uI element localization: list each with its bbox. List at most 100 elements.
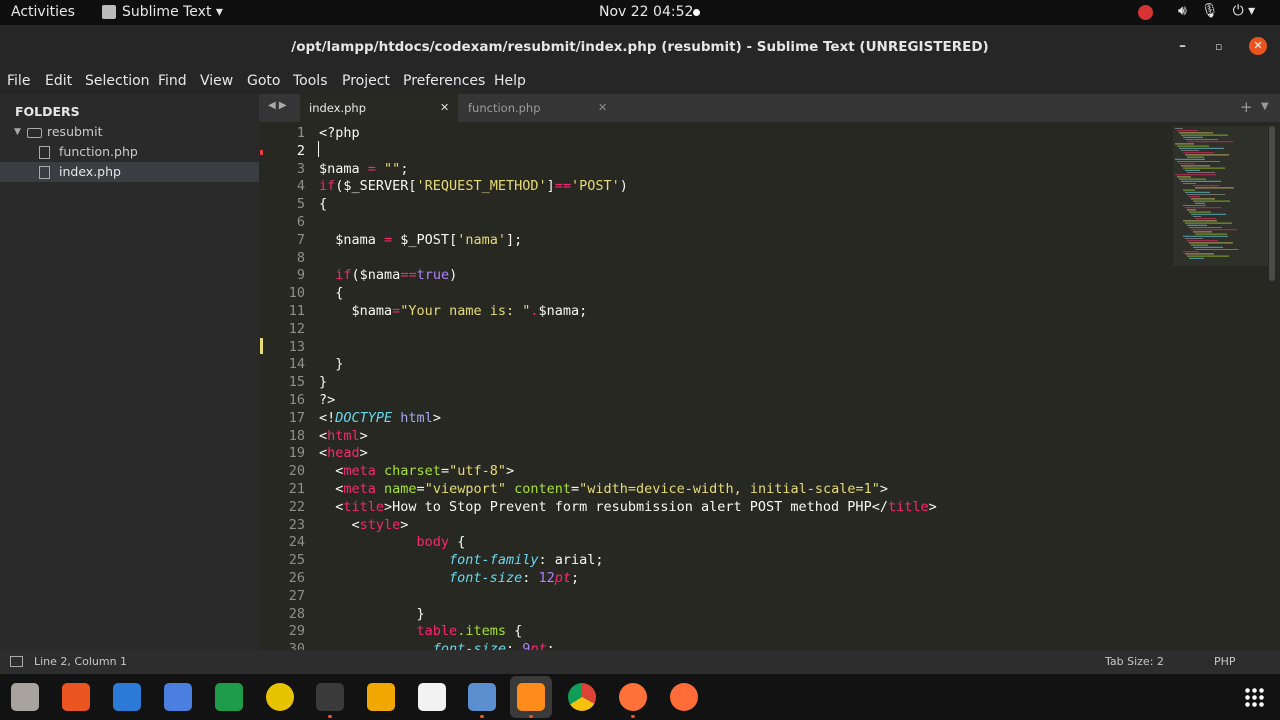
code-line[interactable]: { [319,196,327,212]
tab-close-icon[interactable]: ✕ [598,94,607,122]
calculator-icon[interactable] [367,683,395,711]
system-tray[interactable]: 🔊︎ 🎙︎ ⏻ ▾ [1178,3,1255,19]
menu-preferences[interactable]: Preferences [403,73,485,89]
sublime-text-icon[interactable] [517,683,545,711]
line-number: 8 [296,249,305,266]
app-menu[interactable]: Sublime Text ▾ [102,4,223,20]
code-line[interactable]: $nama = ""; [319,161,408,177]
menu-tools[interactable]: Tools [293,73,328,89]
code-line[interactable]: <style> [319,517,409,533]
code-token: } [319,374,328,391]
code-line[interactable]: ?> [319,392,335,408]
line-number: 26 [288,570,305,586]
code-line[interactable]: font-size: 12pt; [319,570,579,586]
sidebar-file-index[interactable]: index.php [0,162,259,182]
code-line[interactable]: <meta name="viewport" content="width=dev… [319,481,888,497]
writer-doc-icon[interactable] [113,683,141,711]
code-line[interactable]: $nama="Your name is: ".$nama; [319,303,588,319]
code-token: html [392,409,433,426]
code-token: name [375,481,417,497]
code-line[interactable]: } [319,374,327,390]
code-token: > [928,498,937,515]
text-editor-icon[interactable] [418,683,446,711]
rhythmbox-icon[interactable] [266,683,294,711]
screenshot-icon[interactable] [164,683,192,711]
menu-help[interactable]: Help [494,73,526,89]
menu-edit[interactable]: Edit [45,73,72,89]
syntax-mode[interactable]: PHP [1214,655,1236,668]
sublime-app-icon [102,5,116,19]
code-token: ($_SERVER[ [335,178,417,195]
tab-list-icon[interactable]: ▼ [1261,101,1269,112]
terminal-icon[interactable] [316,683,344,711]
tab-scroll-arrows-icon[interactable]: ◀ ▶ [268,100,287,111]
vertical-scrollbar[interactable] [1269,126,1275,281]
code-token: < [319,463,344,480]
menu-selection[interactable]: Selection [85,73,150,89]
tab-bar: ◀ ▶ index.php ✕ function.php ✕ + ▼ [259,94,1280,122]
tab-size[interactable]: Tab Size: 2 [1105,655,1164,668]
line-number: 22 [288,498,305,515]
folder-resubmit[interactable]: ▼ resubmit [0,122,259,142]
code-token: ; [546,641,555,650]
code-line[interactable]: <head> [319,445,368,461]
record-indicator-icon[interactable] [1138,5,1153,20]
line-number: 25 [288,552,305,569]
sidebar-file-function[interactable]: function.php [0,142,259,162]
code-line[interactable]: if($_SERVER['REQUEST_METHOD']=='POST') [319,178,628,194]
code-line[interactable]: { [319,285,343,301]
show-apps-icon[interactable] [1244,687,1264,707]
line-number: 9 [296,267,305,284]
code-line[interactable]: <?php [319,125,360,141]
window-titlebar[interactable]: /opt/lampp/htdocs/codexam/resubmit/index… [0,25,1280,69]
code-line[interactable]: <meta charset="utf-8"> [319,463,514,479]
code-token: } [319,605,425,622]
volume-icon[interactable]: 🔊︎ [1178,3,1187,19]
code-editor[interactable]: 1 2 3 4 5 6 7 8 9 10 11 12 13 14 15 16 17 18 19 20 21 22 23 24 2… [259,122,1280,650]
maximize-icon[interactable]: ▫ [1215,40,1222,53]
menu-goto[interactable]: Goto [247,73,280,89]
activities-button[interactable]: Activities [11,4,75,20]
code-line[interactable]: body { [319,534,466,550]
code-line[interactable]: $nama = $_POST['nama']; [319,232,522,248]
app-icon[interactable] [468,683,496,711]
menu-find[interactable]: Find [158,73,187,89]
tab-index-php[interactable]: index.php ✕ [300,94,458,122]
code-line[interactable]: <!DOCTYPE html> [319,410,441,426]
panel-toggle-icon[interactable] [10,656,23,667]
code-line[interactable]: } [319,356,343,372]
chrome-icon[interactable] [568,683,596,711]
top-panel: Activities Sublime Text ▾ Nov 22 04:52 🔊… [0,0,1280,25]
code-line[interactable]: font-family: arial; [319,552,603,568]
menu-file[interactable]: File [7,73,30,89]
code-line[interactable]: table.items { [319,623,523,639]
minimap[interactable] [1173,126,1268,266]
code-token: 12 [538,570,555,586]
power-icon[interactable]: ⏻ ▾ [1233,3,1256,19]
line-number: 6 [296,214,305,230]
menu-view[interactable]: View [200,73,233,89]
code-line[interactable]: font-size: 9pt; [319,641,555,650]
calc-icon[interactable] [215,683,243,711]
minimize-icon[interactable]: – [1179,38,1186,54]
code-line[interactable]: if($nama==true) [319,267,457,283]
files-icon[interactable] [11,683,39,711]
firefox-icon[interactable] [619,683,647,711]
software-icon[interactable] [62,683,90,711]
code-line[interactable]: <html> [319,428,368,444]
close-icon[interactable]: ✕ [1249,37,1267,55]
menu-project[interactable]: Project [342,73,390,89]
clock[interactable]: Nov 22 04:52 [599,4,693,20]
postman-icon[interactable] [670,683,698,711]
line-number: 18 [288,427,305,444]
code-line[interactable]: <title>How to Stop Prevent form resubmis… [319,498,937,515]
microphone-icon[interactable]: 🎙︎ [1201,3,1219,19]
code-token: font-size [432,641,506,650]
new-tab-icon[interactable]: + [1240,98,1253,116]
tab-close-icon[interactable]: ✕ [440,94,449,122]
disclosure-triangle-icon[interactable]: ▼ [14,122,21,142]
tab-function-php[interactable]: function.php ✕ [459,94,617,122]
code-token: font-family [449,552,539,569]
code-line[interactable]: } [319,606,425,622]
